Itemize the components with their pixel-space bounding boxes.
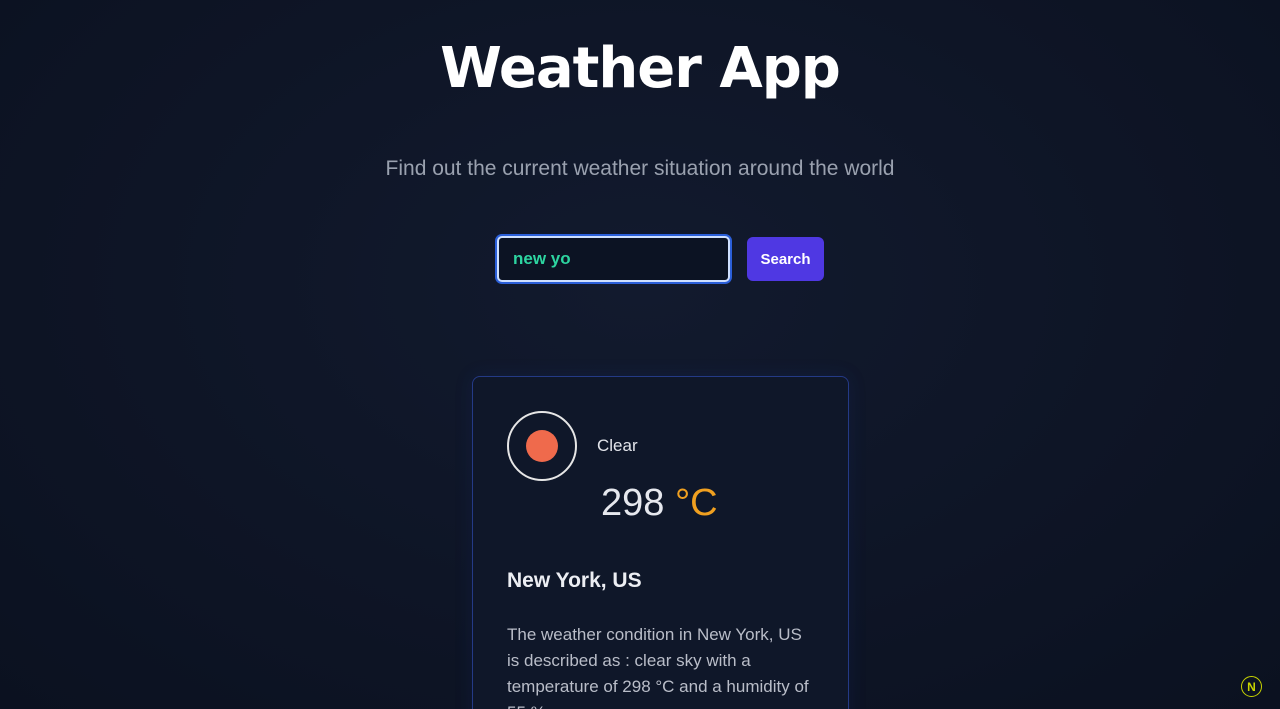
- location-name: New York, US: [507, 569, 642, 592]
- clear-sky-icon: [507, 411, 577, 481]
- city-search-input[interactable]: [497, 236, 730, 282]
- sun-dot: [526, 430, 558, 462]
- temperature-value: 298: [601, 482, 665, 524]
- temperature-unit: °C: [674, 482, 718, 524]
- weather-description: The weather condition in New York, US is…: [507, 625, 809, 709]
- page-subtitle: Find out the current weather situation a…: [385, 157, 895, 180]
- page-title: Weather App: [440, 36, 841, 101]
- temperature: 298 °C: [601, 482, 718, 525]
- weather-card: Clear 298 °C New York, US The weather co…: [472, 376, 849, 709]
- channel-logo-icon: N: [1241, 676, 1262, 697]
- search-button[interactable]: Search: [747, 237, 824, 281]
- weather-condition: Clear: [597, 436, 638, 455]
